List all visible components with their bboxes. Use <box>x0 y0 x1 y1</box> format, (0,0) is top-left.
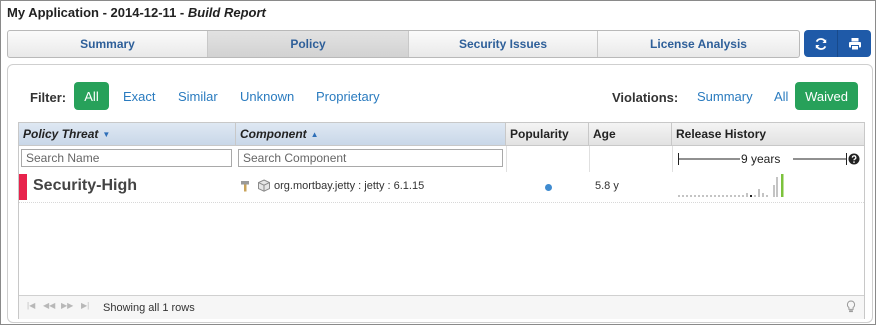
column-header-age[interactable]: Age <box>589 123 672 145</box>
pager-bar: |◀ ◀◀ ▶▶ ▶| Showing all 1 rows <box>19 295 864 319</box>
grid-header: Policy Threat ▼ Component ▲ Popularity Age… <box>19 123 864 146</box>
column-divider <box>672 146 673 172</box>
tab-security-issues[interactable]: Security Issues <box>409 31 598 57</box>
next-page-icon[interactable]: ▶▶ <box>61 301 73 310</box>
column-label-component: Component <box>240 127 307 141</box>
sort-desc-icon: ▼ <box>102 129 111 139</box>
component-cell[interactable]: org.mortbay.jetty : jetty : 6.1.15 <box>240 179 424 192</box>
help-icon[interactable] <box>848 153 860 165</box>
print-icon <box>848 37 861 50</box>
search-row: 9 years <box>19 146 864 172</box>
filter-proprietary-link[interactable]: Proprietary <box>316 89 380 104</box>
threat-severity-bar <box>19 174 27 200</box>
release-history-sparkline <box>678 174 784 197</box>
column-divider <box>506 146 507 172</box>
tab-summary[interactable]: Summary <box>8 31 208 57</box>
previous-page-icon[interactable]: ◀◀ <box>43 301 55 310</box>
search-name-input[interactable] <box>21 149 232 167</box>
tab-license-analysis[interactable]: License Analysis <box>598 31 799 57</box>
policy-threat-name: Security-High <box>33 177 138 194</box>
column-header-component[interactable]: Component ▲ <box>236 123 506 145</box>
filter-similar-link[interactable]: Similar <box>178 89 218 104</box>
refresh-icon <box>815 37 826 50</box>
column-label-policy-threat: Policy Threat <box>23 127 99 141</box>
violations-all-link[interactable]: All <box>774 89 788 104</box>
report-name: Build Report <box>187 5 266 20</box>
filter-bar: Filter: All Exact Similar Unknown Propri… <box>8 65 872 119</box>
filter-exact-link[interactable]: Exact <box>123 89 156 104</box>
package-icon <box>258 179 270 192</box>
print-button[interactable] <box>837 30 871 57</box>
component-age: 5.8 y <box>595 180 619 192</box>
history-span-label: 9 years <box>741 152 781 166</box>
last-page-icon[interactable]: ▶| <box>81 301 89 310</box>
policy-panel: Filter: All Exact Similar Unknown Propri… <box>7 64 873 323</box>
page-title: My Application - 2014-12-11 - Build Repo… <box>7 5 266 20</box>
column-divider <box>589 146 590 172</box>
row-count-text: Showing all 1 rows <box>103 302 195 314</box>
search-component-input[interactable] <box>238 149 503 167</box>
policy-grid: Policy Threat ▼ Component ▲ Popularity Age… <box>18 122 865 319</box>
filter-unknown-link[interactable]: Unknown <box>240 89 294 104</box>
column-header-popularity[interactable]: Popularity <box>506 123 589 145</box>
hammer-icon <box>241 181 249 192</box>
column-header-release-history[interactable]: Release History <box>672 123 864 145</box>
component-coordinates: org.mortbay.jetty : jetty : 6.1.15 <box>274 179 425 192</box>
violations-label: Violations: <box>612 90 679 105</box>
violations-summary-link[interactable]: Summary <box>697 89 753 104</box>
title-prefix: My Application - 2014-12-11 - <box>7 5 188 20</box>
app-window: My Application - 2014-12-11 - Build Repo… <box>0 0 876 325</box>
violations-waived-button[interactable]: Waived <box>795 82 858 110</box>
sort-asc-icon: ▲ <box>310 129 319 139</box>
column-header-policy-threat[interactable]: Policy Threat ▼ <box>19 123 236 145</box>
filter-label: Filter: <box>30 90 67 105</box>
filter-all-button[interactable]: All <box>74 82 109 110</box>
refresh-button[interactable] <box>804 30 837 57</box>
table-row[interactable]: Security-High org.mortbay.jetty : jetty … <box>19 172 864 203</box>
tab-policy[interactable]: Policy <box>208 31 409 57</box>
tab-bar: Summary Policy Security Issues License A… <box>7 30 800 58</box>
popularity-dot <box>545 184 552 191</box>
lightbulb-icon[interactable] <box>846 300 856 313</box>
first-page-icon[interactable]: |◀ <box>27 301 35 310</box>
toolbar-buttons <box>804 30 871 57</box>
